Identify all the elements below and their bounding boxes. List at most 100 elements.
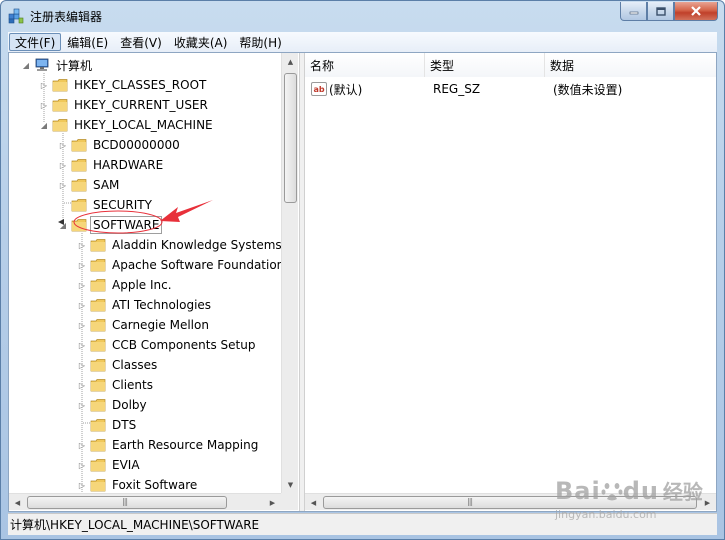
scroll-grip-icon: |||	[467, 497, 473, 506]
expand-arrow-icon[interactable]: ▷	[77, 395, 87, 415]
tree-node-computer[interactable]: ◢ 计算机	[21, 55, 94, 75]
tree-node-software[interactable]: ◢ SOFTWARE	[58, 215, 163, 235]
minimize-icon	[629, 11, 638, 15]
expand-arrow-icon[interactable]: ▷	[77, 435, 87, 455]
scroll-right-arrow-icon[interactable]: ▶	[264, 494, 281, 511]
tree-label: Aladdin Knowledge Systems	[112, 238, 281, 252]
expand-arrow-icon[interactable]: ▷	[39, 75, 49, 95]
close-icon	[691, 6, 701, 16]
expand-arrow-icon[interactable]: ▷	[39, 95, 49, 115]
expand-arrow-icon[interactable]: ▷	[77, 455, 87, 475]
tree-node-dts[interactable]: DTS	[77, 415, 138, 435]
value-name: (默认)	[329, 82, 363, 97]
folder-open-icon	[52, 119, 68, 132]
menu-bar: 文件(F) 编辑(E) 查看(V) 收藏夹(A) 帮助(H)	[8, 32, 717, 52]
folder-icon	[90, 459, 106, 472]
menu-edit[interactable]: 编辑(E)	[61, 33, 114, 51]
watermark-cn: 经验	[662, 480, 703, 504]
folder-icon	[71, 159, 87, 172]
paw-logo-icon	[601, 483, 623, 501]
baidu-watermark: Bai du 经验 jingyan.baidu.com	[555, 476, 703, 521]
expand-arrow-icon[interactable]: ▷	[77, 475, 87, 493]
tree-node-sam[interactable]: ▷ SAM	[58, 175, 121, 195]
expand-arrow-icon[interactable]: ▷	[58, 175, 68, 195]
folder-icon	[90, 359, 106, 372]
scroll-up-arrow-icon[interactable]: ▲	[282, 53, 299, 70]
column-header-name[interactable]: 名称	[305, 53, 425, 77]
tree-label: Carnegie Mellon	[112, 318, 209, 332]
tree-node-carnegie[interactable]: ▷ Carnegie Mellon	[77, 315, 211, 335]
menu-favorites[interactable]: 收藏夹(A)	[168, 33, 234, 51]
tree-label: Classes	[112, 358, 158, 372]
menu-view[interactable]: 查看(V)	[114, 33, 168, 51]
folder-open-icon	[71, 219, 87, 232]
tree-vertical-scroll-thumb[interactable]	[284, 73, 297, 203]
tree-label: EVIA	[112, 458, 140, 472]
scroll-left-arrow-icon[interactable]: ◀	[305, 494, 322, 511]
scroll-down-arrow-icon[interactable]: ▼	[282, 476, 299, 493]
tree-node-foxit[interactable]: ▷ Foxit Software	[77, 475, 199, 493]
tree-label: Apple Inc.	[112, 278, 172, 292]
collapse-arrow-icon[interactable]: ◢	[39, 115, 49, 135]
tree-horizontal-scrollbar[interactable]: ◀ ||| ▶	[9, 493, 281, 510]
maximize-button[interactable]	[647, 2, 674, 21]
maximize-icon	[655, 6, 666, 16]
key-tree-pane: ◢ 计算机 ▷ HKEY_CLASSES_ROOT ▷ HKEY_CURRENT…	[9, 53, 299, 511]
menu-help[interactable]: 帮助(H)	[233, 33, 287, 51]
tree-label: SAM	[93, 178, 120, 192]
collapse-arrow-icon[interactable]: ◢	[21, 55, 31, 75]
tree-label: Dolby	[112, 398, 147, 412]
expand-arrow-icon[interactable]: ▷	[77, 315, 87, 335]
minimize-button[interactable]	[620, 2, 647, 21]
key-tree[interactable]: ◢ 计算机 ▷ HKEY_CLASSES_ROOT ▷ HKEY_CURRENT…	[9, 53, 281, 493]
tree-node-security[interactable]: SECURITY	[58, 195, 154, 215]
tree-label: Foxit Software	[112, 478, 198, 492]
tree-node-earth[interactable]: ▷ Earth Resource Mapping	[77, 435, 260, 455]
tree-node-dolby[interactable]: ▷ Dolby	[77, 395, 149, 415]
title-bar[interactable]: 注册表编辑器	[1, 1, 724, 31]
scroll-left-arrow-icon[interactable]: ◀	[9, 494, 26, 511]
expand-arrow-icon[interactable]: ▷	[77, 295, 87, 315]
regedit-window: 注册表编辑器 文件(F) 编辑(E) 查看(V) 收藏夹(A) 帮助(H) ◢ …	[0, 0, 725, 540]
folder-icon	[71, 199, 87, 212]
string-value-icon: ab	[311, 82, 327, 96]
watermark-brand-2: du	[622, 477, 659, 505]
expand-arrow-icon[interactable]: ▷	[77, 355, 87, 375]
expand-arrow-icon[interactable]: ▷	[77, 235, 87, 255]
status-path: 计算机\HKEY_LOCAL_MACHINE\SOFTWARE	[10, 518, 260, 532]
tree-node-apple[interactable]: ▷ Apple Inc.	[77, 275, 174, 295]
tree-node-apache[interactable]: ▷ Apache Software Foundation	[77, 255, 281, 275]
list-item[interactable]: ab (默认) REG_SZ (数值未设置)	[305, 79, 622, 99]
expand-arrow-icon[interactable]: ▷	[77, 375, 87, 395]
close-button[interactable]	[674, 2, 718, 21]
tree-node-classes[interactable]: ▷ Classes	[77, 355, 159, 375]
tree-node-clients[interactable]: ▷ Clients	[77, 375, 155, 395]
tree-node-evia[interactable]: ▷ EVIA	[77, 455, 142, 475]
tree-vertical-scrollbar[interactable]: ▲ ▼	[281, 53, 298, 493]
expand-arrow-icon[interactable]: ▷	[77, 335, 87, 355]
tree-node-ccb[interactable]: ▷ CCB Components Setup	[77, 335, 257, 355]
column-header-data[interactable]: 数据	[545, 53, 716, 77]
tree-node-ati[interactable]: ▷ ATI Technologies	[77, 295, 213, 315]
tree-label: Apache Software Foundation	[112, 258, 281, 272]
column-header-type[interactable]: 类型	[425, 53, 545, 77]
folder-icon	[52, 99, 68, 112]
tree-node-bcd[interactable]: ▷ BCD00000000	[58, 135, 182, 155]
collapse-arrow-icon[interactable]: ◢	[58, 215, 68, 235]
folder-icon	[90, 299, 106, 312]
tree-node-hklm[interactable]: ◢ HKEY_LOCAL_MACHINE	[39, 115, 215, 135]
expand-arrow-icon[interactable]: ▷	[58, 135, 68, 155]
tree-node-hkcu[interactable]: ▷ HKEY_CURRENT_USER	[39, 95, 210, 115]
list-header: 名称 类型 数据	[305, 53, 716, 77]
tree-label: HKEY_CURRENT_USER	[74, 98, 208, 112]
expand-arrow-icon[interactable]: ▷	[77, 255, 87, 275]
tree-label: HKEY_LOCAL_MACHINE	[74, 118, 213, 132]
folder-icon	[90, 279, 106, 292]
tree-node-hkcr[interactable]: ▷ HKEY_CLASSES_ROOT	[39, 75, 208, 95]
expand-arrow-icon[interactable]: ▷	[58, 155, 68, 175]
expand-arrow-icon[interactable]: ▷	[77, 275, 87, 295]
tree-node-hardware[interactable]: ▷ HARDWARE	[58, 155, 165, 175]
menu-file[interactable]: 文件(F)	[9, 33, 62, 51]
tree-node-aladdin[interactable]: ▷ Aladdin Knowledge Systems	[77, 235, 281, 255]
